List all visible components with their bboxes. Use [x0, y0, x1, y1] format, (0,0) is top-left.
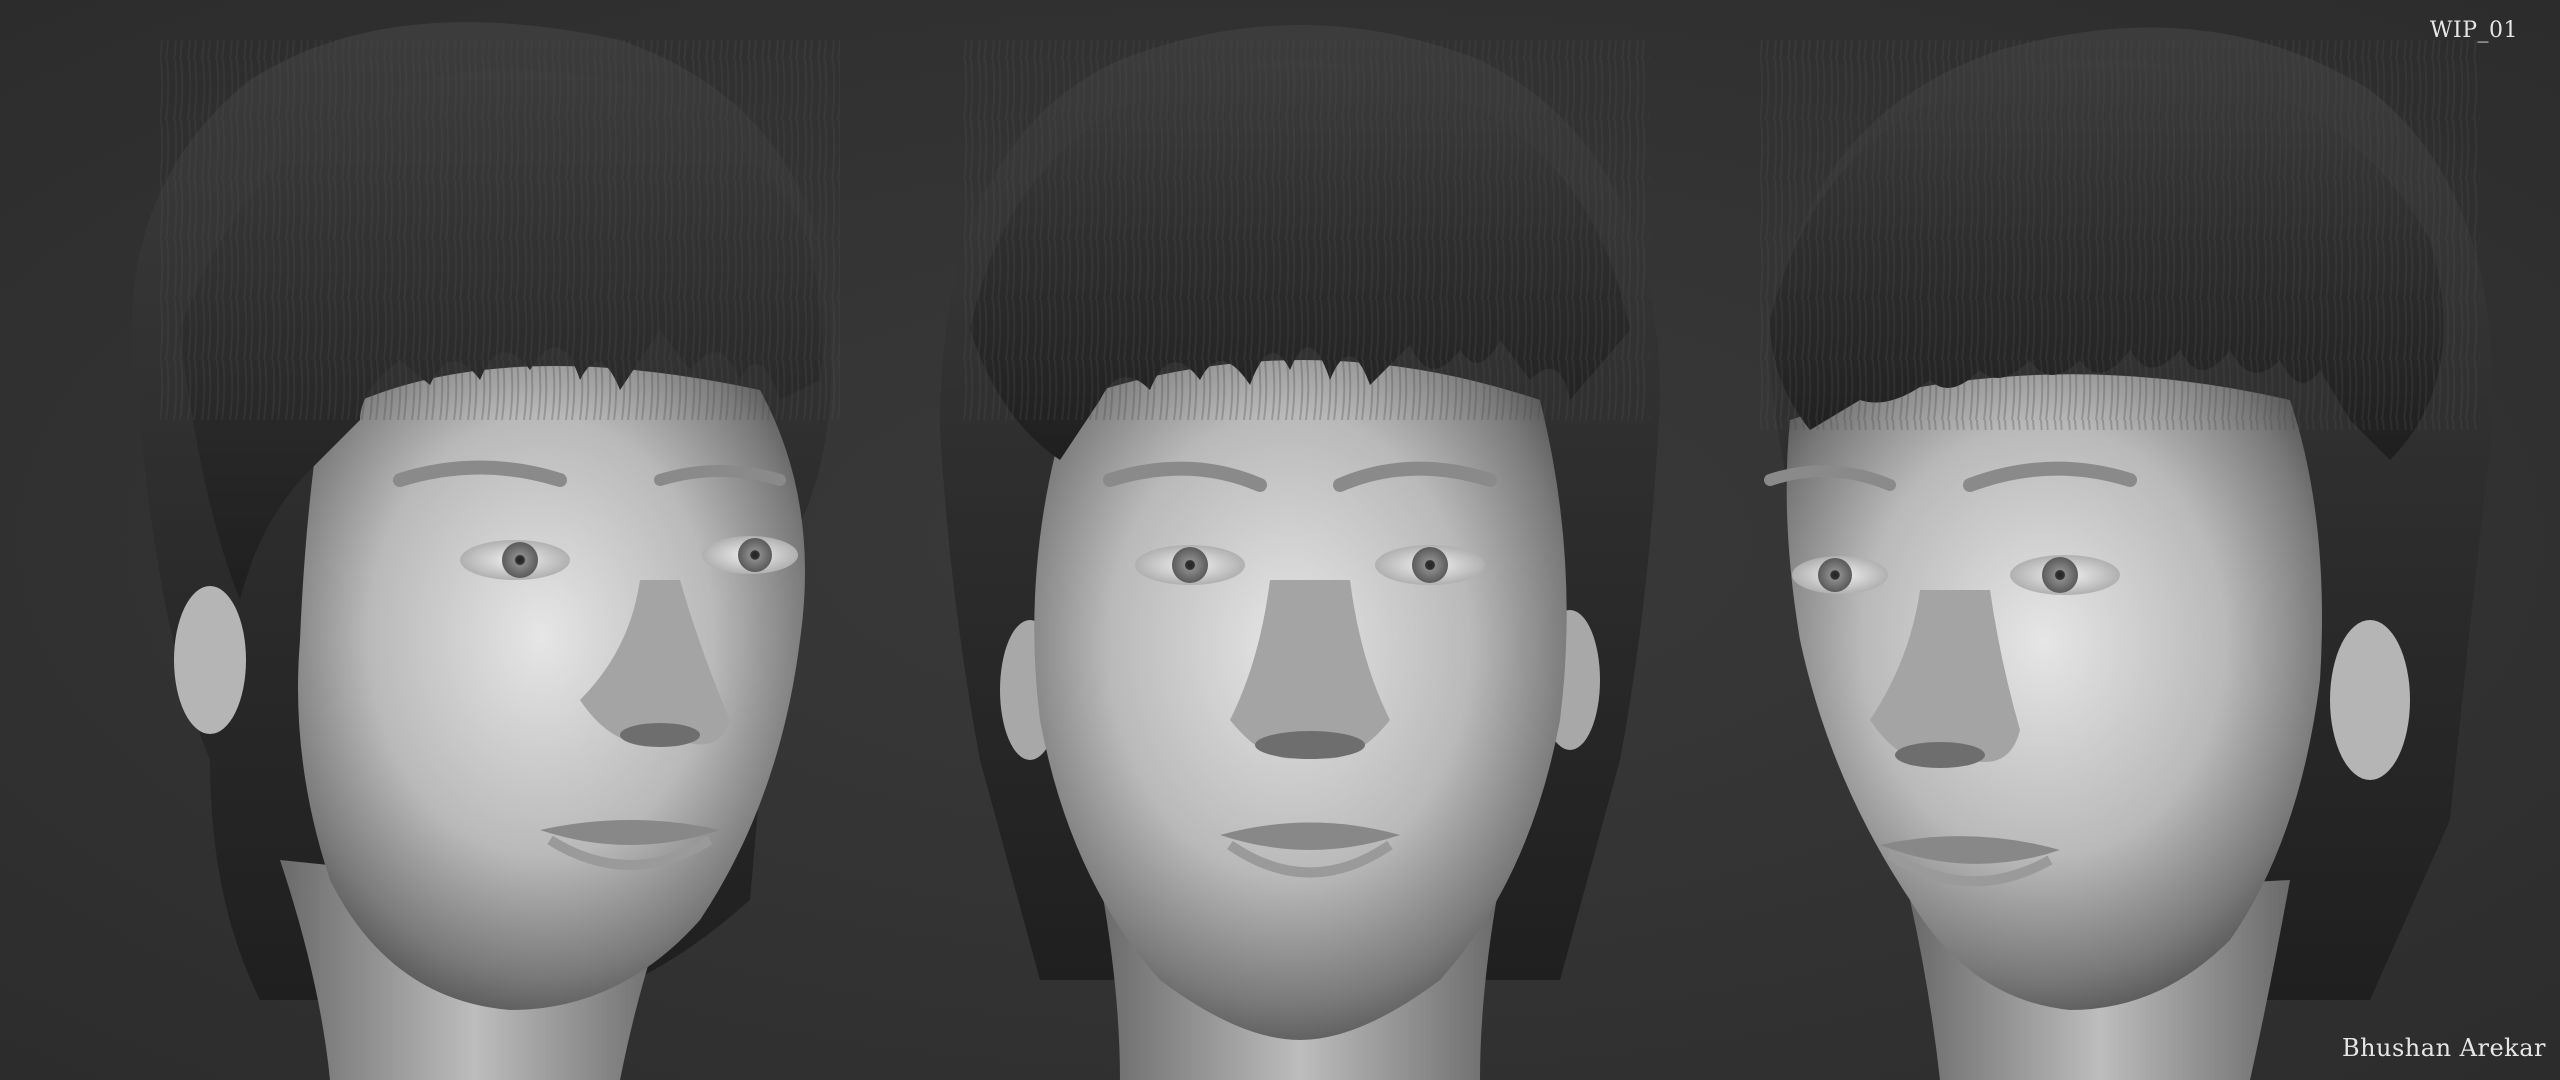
- iris-left: [1172, 547, 1208, 583]
- nostril: [620, 723, 700, 747]
- render-viewport: WIP_01 Bhushan Arekar: [0, 0, 2560, 1080]
- iris-left: [1818, 558, 1852, 592]
- hair-texture: [1760, 40, 2480, 430]
- iris-left: [502, 542, 538, 578]
- hair-texture: [960, 40, 1650, 420]
- hair-texture: [160, 40, 840, 420]
- nostril: [1255, 731, 1365, 759]
- wip-label: WIP_01: [2429, 18, 2518, 43]
- head-view-left: [131, 22, 850, 1080]
- iris-right: [738, 538, 772, 572]
- nostril: [1895, 742, 1985, 768]
- iris-right: [2042, 557, 2078, 593]
- head-view-right: [1760, 27, 2493, 1080]
- artist-credit: Bhushan Arekar: [2341, 1034, 2546, 1062]
- head-view-front: [940, 25, 1660, 1080]
- ear: [174, 586, 246, 734]
- ear: [2330, 620, 2410, 780]
- iris-right: [1412, 547, 1448, 583]
